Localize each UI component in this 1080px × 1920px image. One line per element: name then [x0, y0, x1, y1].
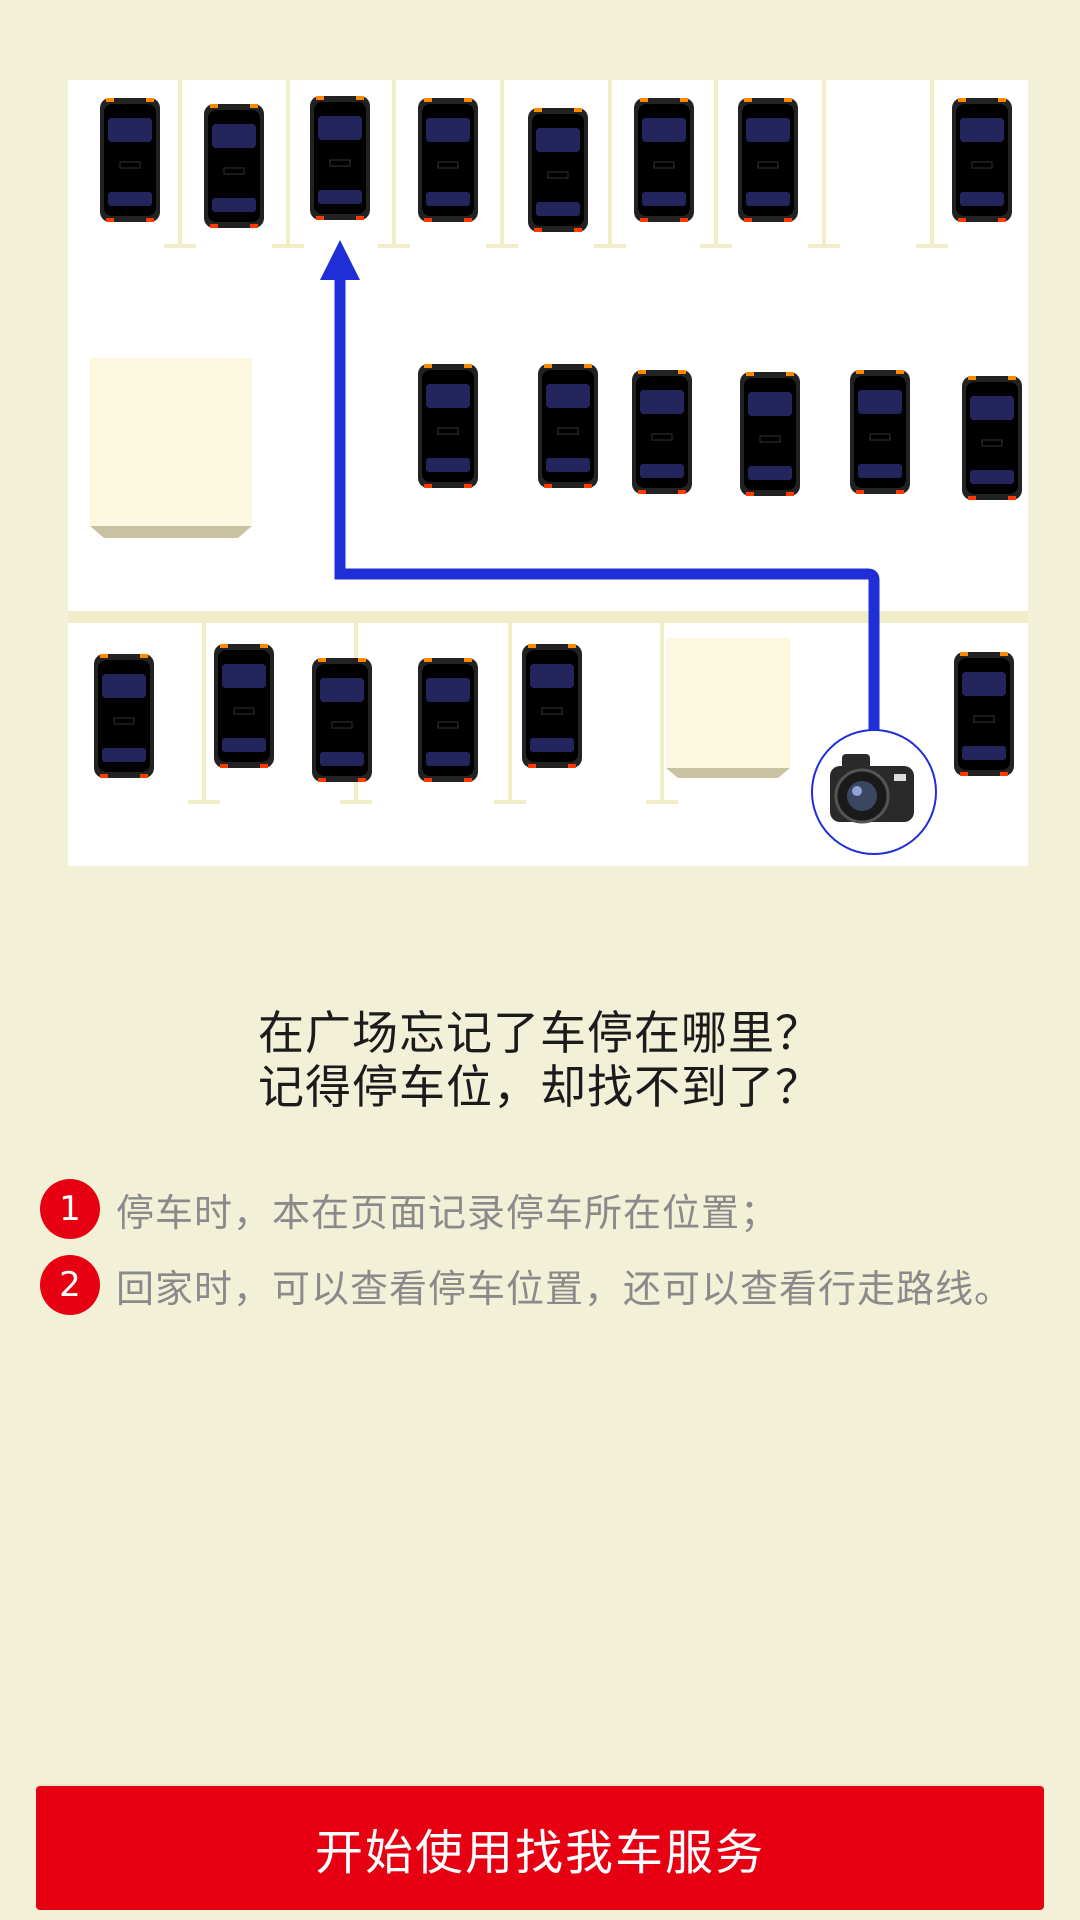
car-black — [737, 97, 799, 223]
car-purple — [849, 369, 911, 495]
headline-line-2: 记得停车位，却找不到了？ — [258, 1060, 822, 1114]
step-text: 回家时，可以查看停车位置，还可以查看行走路线。 — [116, 1266, 1014, 1311]
step-text: 停车时，本在页面记录停车所在位置； — [116, 1190, 780, 1235]
car-purple — [527, 107, 589, 233]
car-row-top — [99, 95, 1013, 233]
step-number-badge: 1 — [40, 1179, 100, 1239]
car-black — [951, 97, 1013, 223]
parking-lot-illustration: .black .body{fill:#3a3a3a}.black .roof{f… — [68, 80, 1028, 866]
step-item-2: 2 回家时，可以查看停车位置，还可以查看行走路线。 — [40, 1254, 1060, 1316]
car-red-target — [309, 95, 371, 221]
headline-line-1: 在广场忘记了车停在哪里？ — [258, 1006, 822, 1060]
pillar-bottom — [666, 638, 790, 778]
car-red — [739, 371, 801, 497]
car-black — [961, 375, 1023, 501]
camera-icon — [811, 729, 937, 855]
car-black — [417, 97, 479, 223]
car-black — [417, 363, 479, 489]
lot-divider — [68, 611, 1028, 623]
car-yellow — [93, 653, 155, 779]
car-white — [953, 651, 1015, 777]
headline: 在广场忘记了车停在哪里？ 记得停车位，却找不到了？ — [0, 1006, 1080, 1114]
car-red — [417, 657, 479, 783]
car-black — [99, 97, 161, 223]
car-row-middle — [417, 363, 1023, 501]
car-white — [203, 103, 265, 229]
car-black — [633, 97, 695, 223]
start-find-car-button[interactable]: 开始使用找我车服务 — [36, 1786, 1044, 1910]
step-number-badge: 2 — [40, 1255, 100, 1315]
car-white — [631, 369, 693, 495]
car-black — [213, 643, 275, 769]
step-item-1: 1 停车时，本在页面记录停车所在位置； — [40, 1178, 1060, 1240]
pillar-left — [90, 358, 252, 538]
steps-list: 1 停车时，本在页面记录停车所在位置； 2 回家时，可以查看停车位置，还可以查看… — [40, 1178, 1060, 1330]
car-white — [311, 657, 373, 783]
car-black — [521, 643, 583, 769]
car-black — [537, 363, 599, 489]
route-arrow-icon — [320, 240, 360, 280]
